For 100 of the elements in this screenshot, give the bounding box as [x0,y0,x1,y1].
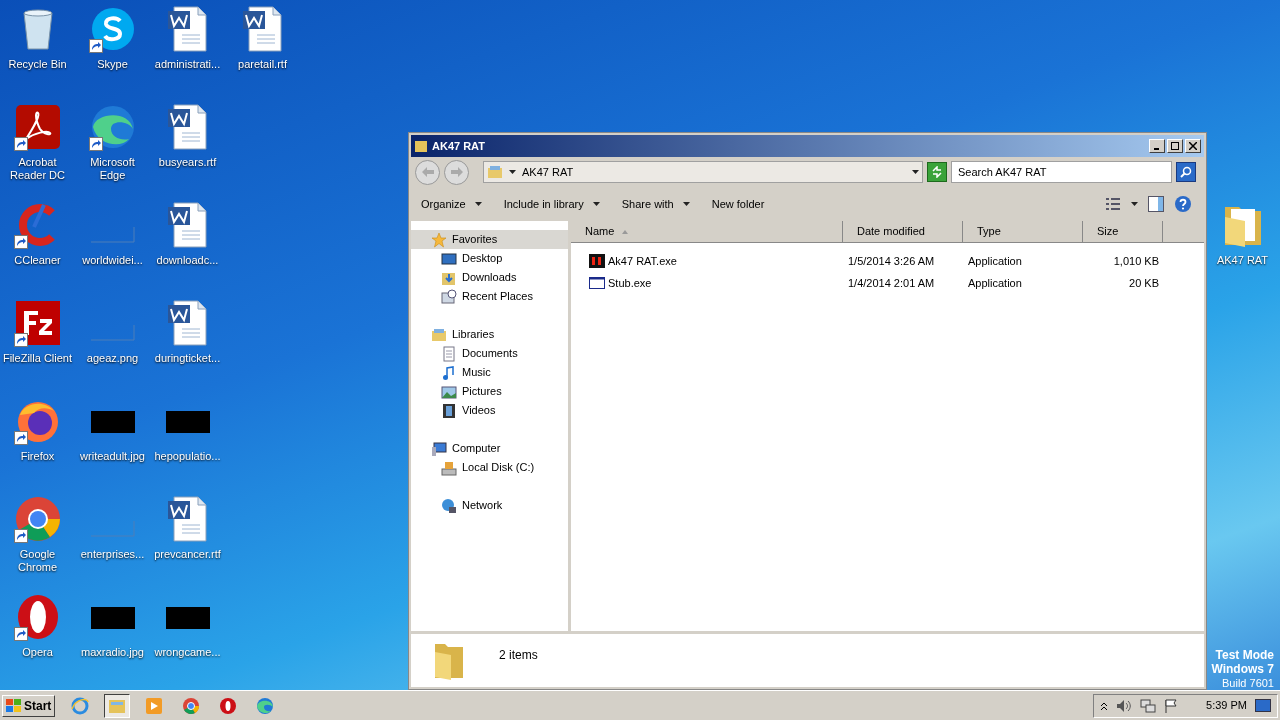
clock[interactable]: 5:39 PM [1206,697,1247,714]
windows-logo-icon [6,698,22,713]
chrome-icon [181,695,202,716]
chrome-icon [13,495,62,543]
refresh-icon [931,166,943,178]
view-options-button[interactable] [1105,197,1138,211]
nav-item[interactable]: Libraries [411,325,568,344]
desktop-icon[interactable]: prevcancer.rtf [150,490,225,588]
nav-item[interactable]: Recent Places [411,287,568,306]
desktop-icon[interactable]: Acrobat Reader DC [0,98,75,196]
desktop-icon[interactable]: paretail.rtf [225,0,300,98]
start-button[interactable]: Start [2,694,56,717]
desktop-icon[interactable]: downloadc... [150,196,225,294]
toolbar-button[interactable]: Organize [415,192,488,216]
desktop-icon-label: hepopulatio... [153,450,222,463]
caret-icon [509,170,516,174]
test-mode-text: Windows 7 [1211,662,1274,676]
desktop-icon-label: duringticket... [153,352,222,365]
desktop-icon[interactable]: ageaz.png [75,294,150,392]
desktop-icon-label: writeadult.jpg [79,450,146,463]
refresh-button[interactable] [927,162,947,182]
nav-item[interactable]: Pictures [411,382,568,401]
desktop-icon-label: Firefox [19,450,56,463]
nav-item[interactable]: Documents [411,344,568,363]
file-name: Stub.exe [608,275,652,291]
libraries-icon [431,326,447,343]
desktop-icon[interactable]: CCleaner [0,196,75,294]
show-desktop-icon[interactable] [1255,698,1271,713]
type-cell-text: Application [967,275,1023,291]
network-icon[interactable] [1140,698,1157,713]
opera-icon [218,695,239,716]
test-mode-text: Build 7601 [1222,676,1274,690]
desktop-icon-label: paretail.rtf [237,58,288,71]
search-button[interactable] [1176,162,1196,182]
desktop-icon-label: enterprises... [79,548,146,561]
desktop-icon-label: Opera [21,646,54,659]
close-button[interactable] [1185,139,1201,153]
forward-arrow-icon [450,167,463,177]
desktop-icon[interactable]: Firefox [0,392,75,490]
nav-item[interactable]: Music [411,363,568,382]
application-icon [589,253,605,269]
edge-icon [255,695,276,716]
minimize-button[interactable] [1149,139,1165,153]
chevron-up-icon[interactable] [1100,700,1109,711]
nav-item[interactable]: Favorites [411,230,568,249]
desktop-icon[interactable]: worldwidei... [75,196,150,294]
window-title: AK47 RAT [432,138,485,154]
application-window-icon [589,275,605,291]
nav-item[interactable]: Videos [411,401,568,420]
close-icon [1189,142,1197,150]
desktop-icon[interactable]: administrati... [150,0,225,98]
nav-item[interactable]: Network [411,496,568,515]
help-button[interactable] [1174,195,1192,213]
media-player-icon [144,695,165,716]
column-header[interactable]: Size [1083,221,1163,242]
desktop-icon-label: administrati... [153,58,222,71]
nav-item[interactable]: Computer [411,439,568,458]
address-bar[interactable]: AK47 RAT [483,161,923,183]
desktop-icon[interactable]: hepopulatio... [150,392,225,490]
acrobat-icon [13,103,62,151]
desktop-icon[interactable]: Recycle Bin [0,0,75,98]
desktop-icon-label: ageaz.png [85,352,140,365]
column-header[interactable]: Type [963,221,1083,242]
maximize-button[interactable] [1167,139,1183,153]
item-count: 2 items [499,647,538,664]
desktop-icon[interactable]: writeadult.jpg [75,392,150,490]
file-name: Ak47 RAT.exe [608,253,677,269]
desktop-icon[interactable]: duringticket... [150,294,225,392]
speaker-icon[interactable] [1116,698,1133,713]
internet-explorer-icon [70,695,91,716]
toolbar-button[interactable]: New folder [705,192,771,216]
flag-icon[interactable] [1164,698,1179,713]
toolbar-button[interactable]: Share with [615,192,696,216]
desktop-icon[interactable]: enterprises... [75,490,150,588]
nav-item[interactable]: Local Disk (C:) [411,458,568,477]
toolbar-button[interactable]: Include in library [497,192,606,216]
taskbar-button[interactable] [104,693,131,718]
nav-item[interactable]: Downloads [411,268,568,287]
desktop-icon[interactable]: FileZilla Client [0,294,75,392]
desktop-icon[interactable]: Google Chrome [0,490,75,588]
test-mode-text: Test Mode [1215,648,1274,662]
desktop-icon-label: Google Chrome [16,548,59,574]
column-header[interactable]: Date modified [843,221,963,242]
filezilla-icon [13,299,62,347]
desktop-icon[interactable]: Skype [75,0,150,98]
caret-icon [1131,202,1138,206]
desktop-icon[interactable]: Microsoft Edge [75,98,150,196]
document-icon [441,345,457,362]
file-row[interactable]: Ak47 RAT.exe 1/5/2014 3:26 AM Application 1,010 KB [571,250,1204,272]
desktop-icon-label: Recycle Bin [7,58,68,71]
desktop-icon[interactable]: busyears.rtf [150,98,225,196]
column-header[interactable]: Name [571,221,843,242]
file-row[interactable]: Stub.exe 1/4/2014 2:01 AM Application 20 KB [571,272,1204,294]
nav-item[interactable]: Desktop [411,249,568,268]
search-field[interactable]: Search AK47 RAT [951,161,1172,183]
desktop-icon-label: busyears.rtf [157,156,218,169]
desktop-icon-label: prevcancer.rtf [153,548,222,561]
date-cell-text: 1/4/2014 2:01 AM [847,275,936,291]
star-icon [431,231,447,248]
preview-pane-button[interactable] [1148,196,1164,212]
